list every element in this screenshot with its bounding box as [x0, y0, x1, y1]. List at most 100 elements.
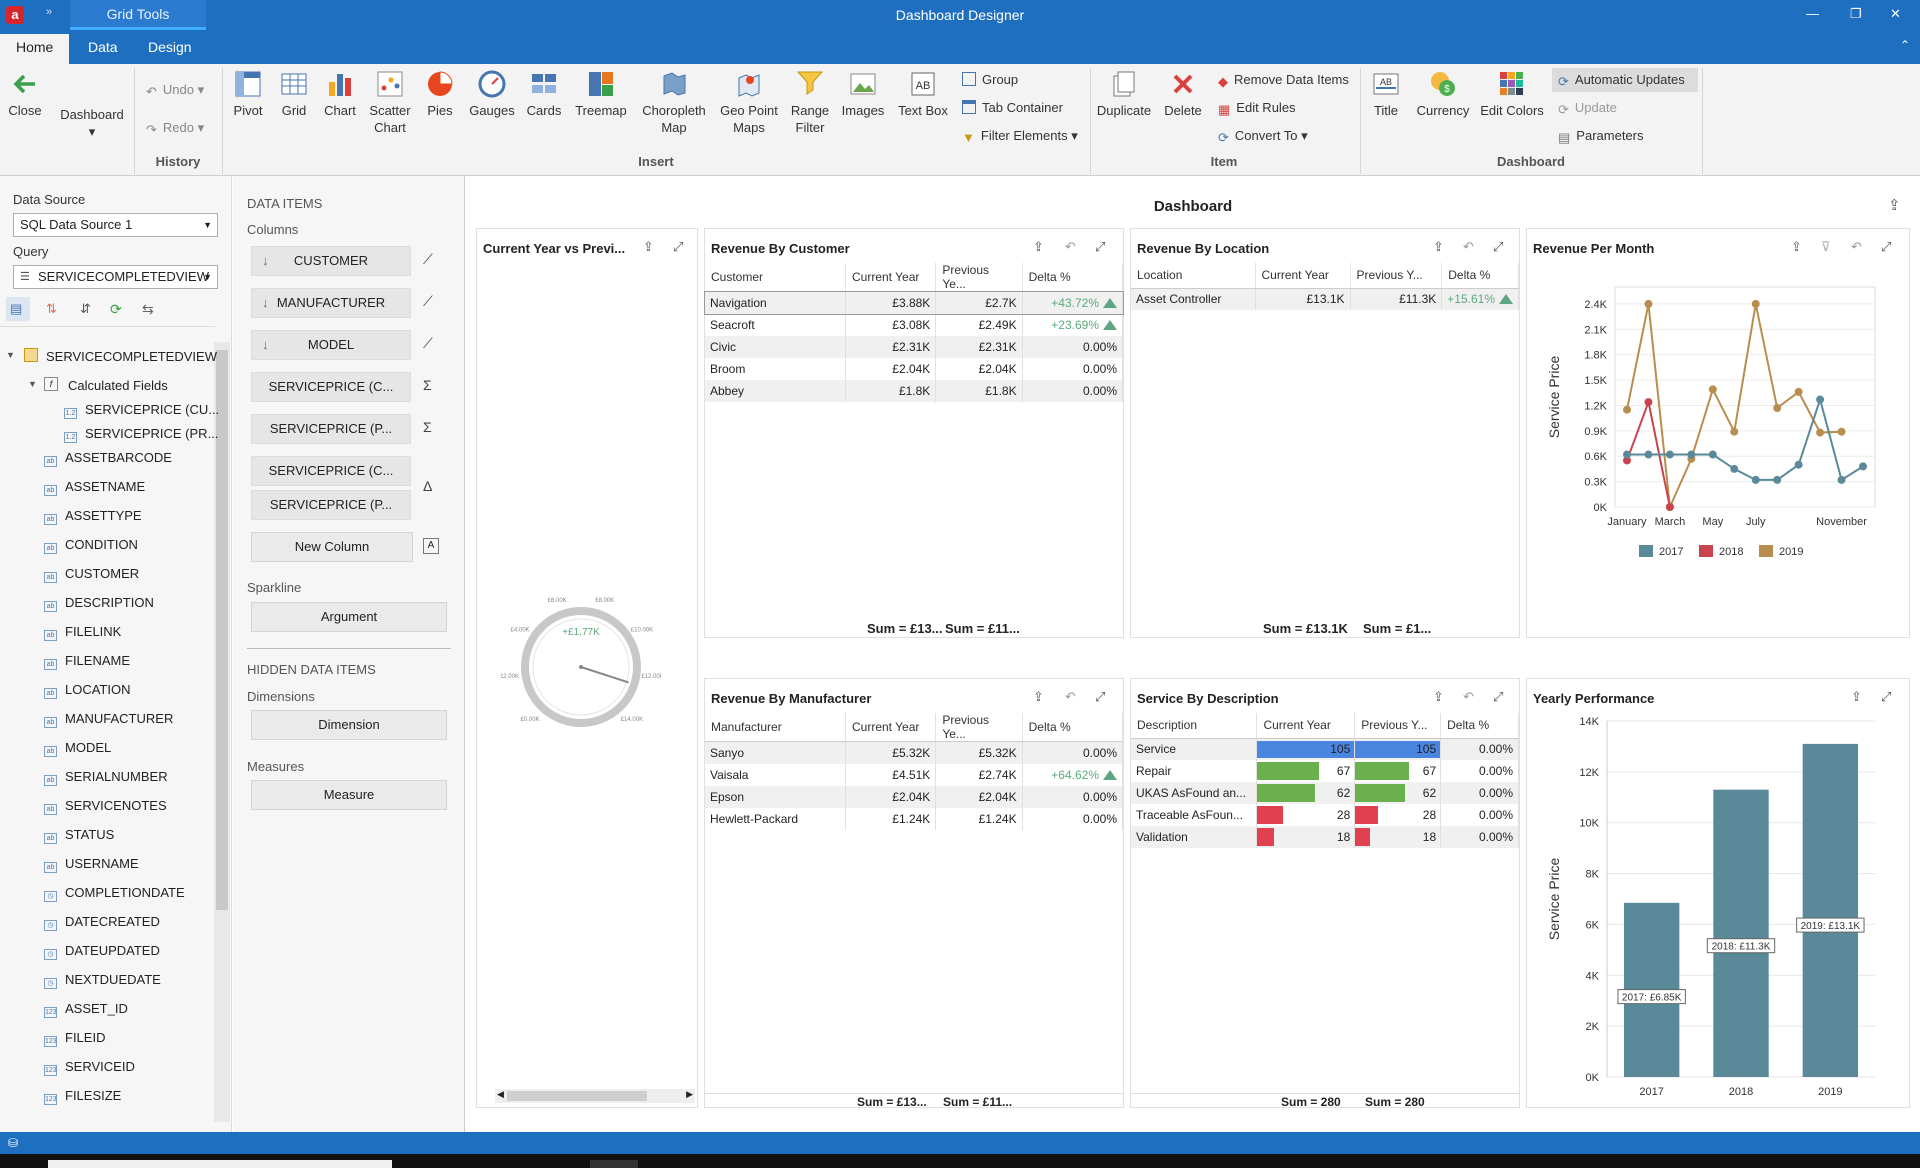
column-data-item[interactable]: ↓ CUSTOMER — [251, 246, 411, 276]
maximize-icon[interactable]: ⤢ — [1493, 239, 1503, 255]
column-data-item[interactable]: ↓ MANUFACTURER — [251, 288, 411, 318]
column-header[interactable]: Location — [1131, 263, 1256, 289]
table-row[interactable]: Asset Controller £13.1K £11.3K +15.61% — [1131, 288, 1519, 310]
title-button[interactable]: AB Title — [1366, 68, 1406, 119]
column-header[interactable]: Current Year — [845, 263, 937, 292]
table-row[interactable]: Sanyo £5.32K £5.32K 0.00% — [705, 741, 1124, 764]
sort-down-icon[interactable]: ↓ — [262, 289, 269, 317]
yearly-performance-chart[interactable]: 0K 2K 4K 6K 8K 10K 12K 14K Service Price 2017 2017… — [1527, 709, 1911, 1105]
tab-home[interactable]: Home — [0, 34, 70, 64]
maximize-icon[interactable]: ⤢ — [1881, 239, 1891, 255]
sort-down-icon[interactable]: ↓ — [262, 247, 269, 275]
column-header[interactable]: Manufacturer — [705, 713, 846, 742]
remove-data-items-button[interactable]: ◆ Remove Data Items — [1218, 72, 1349, 89]
column-header[interactable]: Previous Ye... — [935, 263, 1023, 292]
text-column-icon[interactable]: A — [423, 538, 439, 554]
calc-field-item[interactable]: 1.2 SERVICEPRICE (PR... — [64, 426, 218, 443]
insert-images-button[interactable]: Images — [840, 68, 886, 119]
table-row[interactable]: Validation 18 18 0.00% — [1131, 826, 1519, 848]
export-icon[interactable]: ⇪ — [643, 239, 654, 255]
maximize-icon[interactable]: ⤢ — [1095, 689, 1105, 705]
close-window-icon[interactable]: ✕ — [1890, 6, 1901, 22]
column-data-item[interactable]: SERVICEPRICE (P... — [251, 414, 411, 444]
dashboard-button[interactable]: Dashboard ▾ — [56, 106, 128, 140]
sort-ascending-icon[interactable]: ⇅ — [46, 301, 57, 317]
export-dashboard-icon[interactable]: ⇪ — [1888, 196, 1901, 214]
field-item[interactable]: ab LOCATION — [44, 682, 131, 699]
table-row[interactable]: Traceable AsFoun... 28 28 0.00% — [1131, 804, 1519, 826]
insert-gauges-button[interactable]: Gauges — [466, 68, 518, 119]
column-header[interactable]: Delta % — [1440, 713, 1519, 739]
field-item[interactable]: 123 FILEID — [44, 1030, 105, 1047]
column-data-item[interactable]: SERVICEPRICE (P... — [251, 490, 411, 520]
field-item[interactable]: ab DESCRIPTION — [44, 595, 154, 612]
column-data-item[interactable]: SERVICEPRICE (C... — [251, 456, 411, 486]
column-header[interactable]: Customer — [705, 263, 846, 292]
column-header[interactable]: Previous Ye... — [935, 713, 1023, 742]
field-item[interactable]: ab SERVICENOTES — [44, 798, 167, 815]
argument-placeholder[interactable]: Argument — [251, 602, 447, 632]
column-data-item[interactable]: ↓ MODEL — [251, 330, 411, 360]
field-item[interactable]: ab ASSETNAME — [44, 479, 145, 496]
sparkline-type-icon[interactable]: ⟋ — [423, 251, 433, 268]
collapse-icon[interactable]: ▼ — [6, 350, 15, 360]
field-item[interactable]: ab CONDITION — [44, 537, 138, 554]
new-column-button[interactable]: New Column — [251, 532, 413, 562]
insert-pivot-button[interactable]: Pivot — [228, 68, 268, 119]
sparkline-type-icon[interactable]: ⟋ — [423, 293, 433, 310]
column-header[interactable]: Delta % — [1022, 713, 1124, 742]
maximize-icon[interactable]: ⤢ — [1095, 239, 1105, 255]
field-item[interactable]: 123 SERVICEID — [44, 1059, 135, 1076]
delete-button[interactable]: Delete — [1158, 68, 1208, 119]
field-item[interactable]: 123 ASSET_ID — [44, 1001, 128, 1018]
calculated-fields-folder[interactable]: Calculated Fields — [68, 378, 168, 393]
clear-filter-icon[interactable]: ⊽ — [1821, 239, 1831, 255]
duplicate-button[interactable]: Duplicate — [1094, 68, 1154, 119]
delta-icon[interactable]: Δ — [423, 478, 432, 494]
update-button[interactable]: ⟳ Update — [1558, 100, 1617, 117]
redo-button[interactable]: ↷ Redo ▾ — [146, 120, 204, 137]
tab-design[interactable]: Design — [132, 34, 208, 64]
query-select[interactable]: ☰ SERVICECOMPLETEDVIEW ▼ — [13, 265, 218, 289]
currency-button[interactable]: $ Currency — [1412, 68, 1474, 119]
table-row[interactable]: Epson £2.04K £2.04K 0.00% — [705, 785, 1124, 808]
maximize-icon[interactable]: ⤢ — [673, 239, 683, 255]
insert-scatter-chart-button[interactable]: Scatter Chart — [364, 68, 416, 136]
swap-icon[interactable]: ⇆ — [142, 301, 154, 318]
table-row[interactable]: Repair 67 67 0.00% — [1131, 760, 1519, 782]
insert-grid-button[interactable]: Grid — [274, 68, 314, 119]
field-item[interactable]: ◷ DATEUPDATED — [44, 943, 160, 960]
field-item[interactable]: ◷ COMPLETIONDATE — [44, 885, 185, 902]
insert-choropleth-map-button[interactable]: Choropleth Map — [636, 68, 712, 136]
table-row[interactable]: Navigation £3.88K £2.7K +43.72% — [704, 290, 1124, 315]
table-row[interactable]: Broom £2.04K £2.04K 0.00% — [705, 357, 1124, 380]
calc-collapse-icon[interactable]: ▼ — [28, 379, 37, 389]
revenue-by-location-grid[interactable]: Location Current Year Previous Y... Delta %… — [1131, 263, 1519, 310]
minimize-icon[interactable]: — — [1806, 6, 1819, 21]
edit-rules-button[interactable]: ▦ Edit Rules — [1218, 100, 1296, 117]
convert-to-button[interactable]: ⟳ Convert To ▾ — [1218, 128, 1308, 145]
edit-colors-button[interactable]: Edit Colors — [1476, 68, 1548, 119]
column-header[interactable]: Current Year — [845, 713, 937, 742]
insert-treemap-button[interactable]: Treemap — [570, 68, 632, 119]
column-header[interactable]: Current Year — [1255, 263, 1351, 289]
tab-container-button[interactable]: Tab Container — [962, 100, 1063, 116]
maximize-icon[interactable]: ⤢ — [1493, 689, 1503, 705]
measure-placeholder[interactable]: Measure — [251, 780, 447, 810]
parameters-button[interactable]: ▤ Parameters — [1558, 128, 1644, 145]
export-icon[interactable]: ⇪ — [1851, 689, 1862, 705]
table-row[interactable]: Abbey £1.8K £1.8K 0.00% — [705, 379, 1124, 402]
collapse-ribbon-icon[interactable]: ⌃ — [1900, 38, 1910, 52]
insert-chart-button[interactable]: Chart — [318, 68, 362, 119]
insert-text-box-button[interactable]: AB Text Box — [894, 68, 952, 119]
undo-drill-icon[interactable]: ↶ — [1065, 239, 1076, 255]
insert-geo-point-maps-button[interactable]: Geo Point Maps — [716, 68, 782, 136]
dimension-placeholder[interactable]: Dimension — [251, 710, 447, 740]
table-row[interactable]: Seacroft £3.08K £2.49K +23.69% — [705, 313, 1124, 336]
column-header[interactable]: Delta % — [1022, 263, 1124, 292]
restore-icon[interactable]: ❐ — [1850, 6, 1862, 22]
sparkline-type-icon[interactable]: ⟋ — [423, 335, 433, 352]
field-item[interactable]: ab ASSETBARCODE — [44, 450, 172, 467]
quick-access-chevron-icon[interactable]: » — [46, 6, 52, 18]
export-icon[interactable]: ⇪ — [1033, 689, 1044, 705]
